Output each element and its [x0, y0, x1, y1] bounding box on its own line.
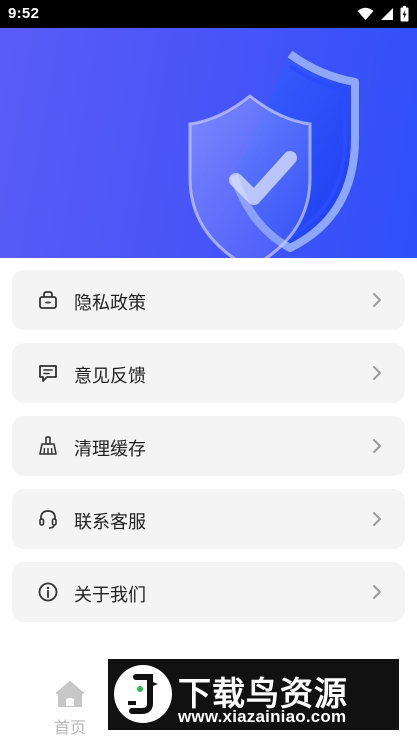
wifi-icon	[357, 7, 374, 20]
menu-item-label: 联系客服	[74, 512, 146, 532]
info-icon	[38, 582, 58, 602]
menu-item-label: 清理缓存	[74, 439, 146, 459]
broom-icon	[39, 436, 57, 455]
menu-item-label: 意见反馈	[74, 366, 146, 386]
chevron-right-icon	[373, 585, 381, 599]
chevron-right-icon	[373, 366, 381, 380]
headset-icon	[39, 510, 57, 529]
menu-item-feedback[interactable]: 意见反馈	[12, 343, 405, 403]
chevron-right-icon	[373, 512, 381, 526]
privacy-icon	[39, 291, 57, 309]
home-icon	[56, 681, 84, 707]
settings-menu: 隐私政策 意见反馈 清理缓存 联系客服 关于我们	[12, 270, 405, 635]
nav-home-tab[interactable]: 首页	[44, 680, 96, 737]
status-time: 9:52	[8, 5, 40, 22]
menu-item-about-us[interactable]: 关于我们	[12, 562, 405, 622]
feedback-icon	[39, 365, 57, 382]
menu-item-label: 隐私政策	[74, 293, 146, 313]
menu-item-label: 关于我们	[74, 585, 146, 605]
status-icons	[357, 6, 409, 22]
menu-item-privacy-policy[interactable]: 隐私政策	[12, 270, 405, 330]
chevron-right-icon	[373, 293, 381, 307]
menu-item-contact-support[interactable]: 联系客服	[12, 489, 405, 549]
chevron-right-icon	[373, 439, 381, 453]
bird-logo-icon	[114, 665, 172, 723]
watermark-url: www.xiazainiao.com	[178, 707, 347, 726]
shield-check-icon	[188, 50, 359, 258]
status-bar: 9:52	[0, 0, 417, 28]
hero-banner	[0, 28, 417, 258]
menu-item-clear-cache[interactable]: 清理缓存	[12, 416, 405, 476]
battery-icon	[400, 6, 409, 22]
signal-icon	[381, 8, 393, 20]
watermark-banner: 下载鸟资源 www.xiazainiao.com	[108, 659, 399, 730]
nav-home-label: 首页	[54, 720, 87, 737]
